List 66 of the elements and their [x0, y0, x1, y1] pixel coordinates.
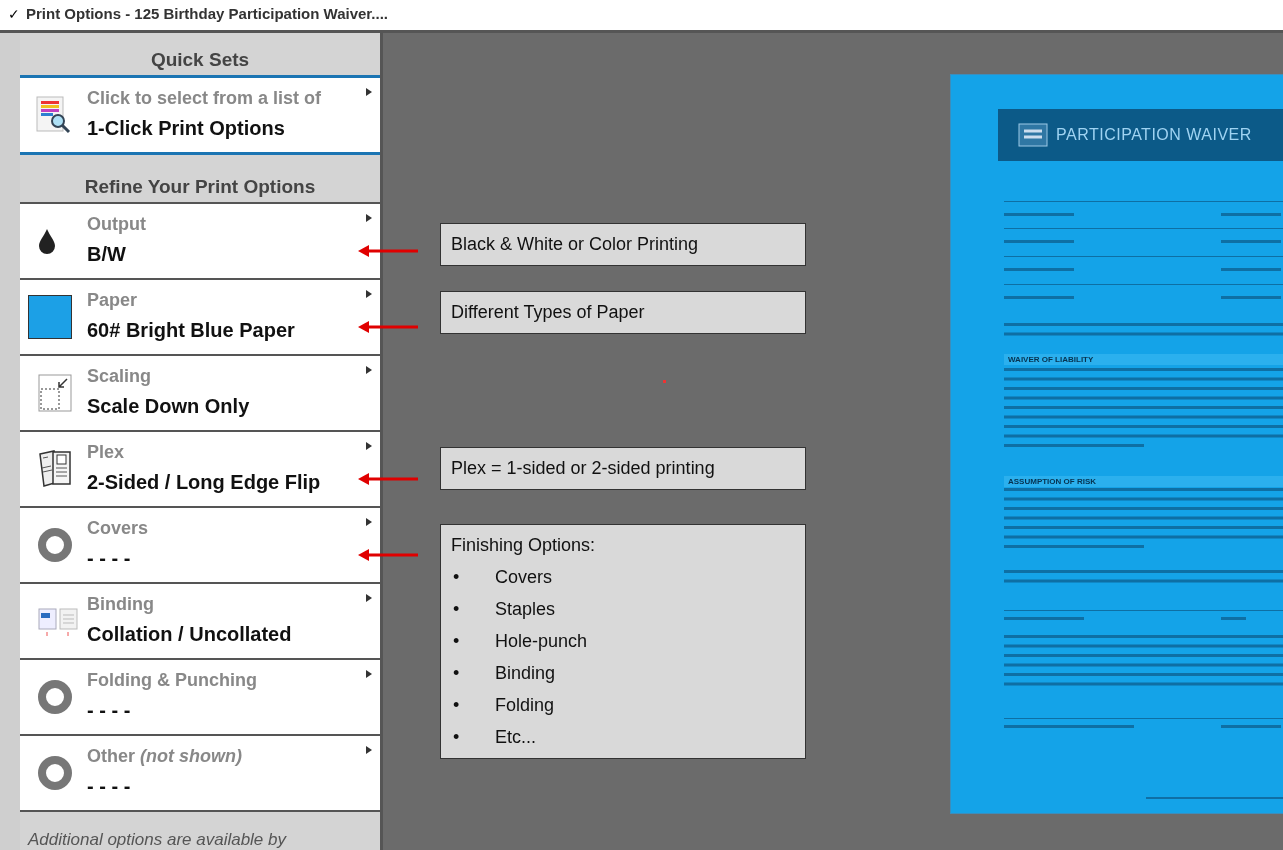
option-label: Folding & Punching: [87, 670, 257, 691]
option-item[interactable]: Scaling Scale Down Only: [20, 356, 380, 432]
option-label: Output: [87, 214, 146, 235]
ring-icon: [37, 679, 73, 715]
option-value: B/W: [87, 243, 127, 266]
two-pages-icon: [37, 448, 73, 490]
option-value: Scale Down Only: [87, 395, 250, 418]
chevron-icon: [366, 214, 372, 222]
document-title: PARTICIPATION WAIVER: [1056, 126, 1252, 144]
ring-icon: [37, 755, 73, 791]
chevron-icon: [366, 366, 372, 374]
callout-list-item: Covers: [495, 567, 552, 588]
stray-mark: [663, 380, 666, 383]
option-item[interactable]: Binding Collation / Uncollated: [20, 584, 380, 660]
chevron-icon: [366, 670, 372, 678]
option-value: 60# Bright Blue Paper: [87, 319, 295, 342]
bullet: •: [453, 599, 461, 620]
option-value: - - - -: [87, 699, 132, 722]
callout-heading: Finishing Options:: [451, 535, 597, 556]
option-item[interactable]: Output B/W: [20, 204, 380, 280]
callout-text: Different Types of Paper: [451, 302, 646, 323]
option-value: Collation / Uncollated: [87, 623, 292, 646]
bullet: •: [453, 567, 461, 588]
checkmark: ✓: [8, 6, 20, 22]
callout-list-item: Folding: [495, 695, 555, 716]
window-title: Print Options - 125 Birthday Participation Waiver....: [26, 5, 389, 22]
option-item[interactable]: Covers - - - -: [20, 508, 380, 584]
callout-list-item: Etc...: [495, 727, 536, 748]
scaling-icon: [37, 373, 73, 413]
option-label: Binding: [87, 594, 155, 615]
chevron-icon: [366, 746, 372, 754]
bullet: •: [453, 663, 461, 684]
option-value: - - - -: [87, 775, 132, 798]
chevron-icon: [366, 88, 372, 96]
bullet: •: [453, 631, 461, 652]
bullet: •: [453, 695, 461, 716]
option-label: Scaling: [87, 366, 153, 387]
quick-sets-item[interactable]: Click to select from a list of 1-Click Print Options: [20, 78, 380, 152]
section-heading: Quick Sets: [150, 49, 250, 71]
option-label: Paper: [87, 290, 139, 311]
callout-text: Plex = 1-sided or 2-sided printing: [451, 458, 716, 479]
callout-list-item: Hole-punch: [495, 631, 588, 652]
section-title: ASSUMPTION OF RISK: [1004, 476, 1283, 487]
callout-text: Black & White or Color Printing: [451, 234, 700, 255]
chevron-icon: [366, 442, 372, 450]
section-title: WAIVER OF LIABILITY: [1004, 354, 1283, 365]
option-label: Covers: [87, 518, 149, 539]
option-item[interactable]: Folding & Punching - - - -: [20, 660, 380, 736]
bullet: •: [453, 727, 461, 748]
chevron-icon: [366, 518, 372, 526]
documents-icon: [37, 605, 79, 637]
callout-list-item: Staples: [495, 599, 556, 620]
option-label: Other (not shown): [87, 746, 242, 767]
section-heading: Refine Your Print Options: [84, 176, 316, 198]
option-item[interactable]: Paper 60# Bright Blue Paper: [20, 280, 380, 356]
callout-list-item: Binding: [495, 663, 556, 684]
option-item[interactable]: Plex 2-Sided / Long Edge Flip: [20, 432, 380, 508]
ring-icon: [37, 527, 73, 563]
logo-icon: [1018, 123, 1048, 147]
option-value: 2-Sided / Long Edge Flip: [87, 471, 321, 494]
option-label: Plex: [87, 442, 126, 463]
option-value: - - - -: [87, 547, 132, 570]
chevron-icon: [366, 290, 372, 298]
ink-drop-icon: [37, 228, 57, 254]
footer-note: Additional options are available by: [28, 830, 286, 850]
chevron-icon: [366, 594, 372, 602]
